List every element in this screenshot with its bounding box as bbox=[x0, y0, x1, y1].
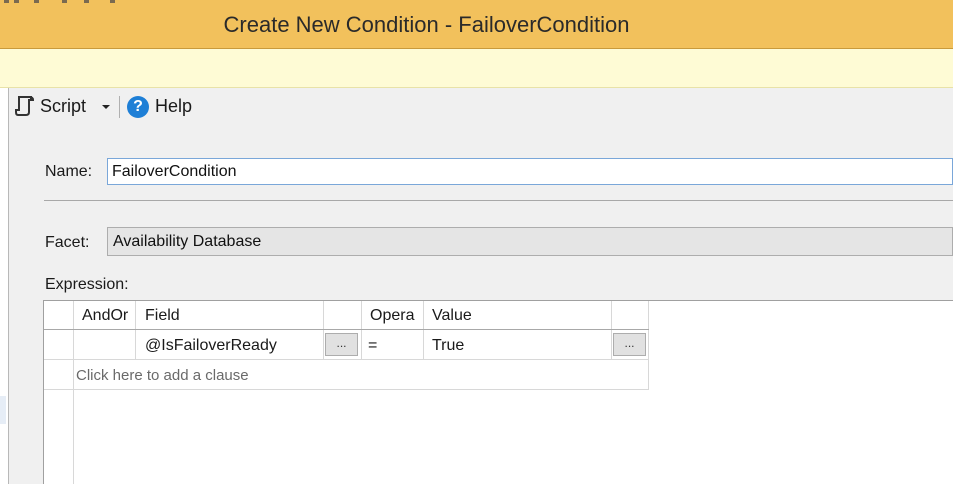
column-header-operator[interactable]: Opera bbox=[370, 307, 422, 325]
cell-value[interactable]: True bbox=[432, 337, 464, 355]
add-clause-row[interactable]: Click here to add a clause bbox=[76, 367, 249, 384]
column-header-andor[interactable]: AndOr bbox=[82, 307, 128, 325]
grid-row-line bbox=[44, 359, 649, 360]
left-strip-marker bbox=[0, 396, 6, 424]
cell-field[interactable]: @IsFailoverReady bbox=[145, 337, 277, 355]
field-ellipsis-button[interactable]: ... bbox=[325, 333, 358, 356]
grid-col-line bbox=[361, 301, 362, 359]
toolbar bbox=[8, 92, 953, 122]
cell-operator[interactable]: = bbox=[368, 337, 377, 355]
info-bar bbox=[0, 49, 953, 88]
script-dropdown-arrow-icon[interactable] bbox=[102, 105, 110, 109]
title-bar-edge bbox=[0, 0, 200, 3]
left-strip bbox=[0, 88, 8, 484]
facet-label: Facet: bbox=[45, 234, 90, 251]
script-icon[interactable] bbox=[14, 95, 36, 117]
title-bar: Create New Condition - FailoverCondition bbox=[0, 0, 953, 49]
help-button[interactable]: Help bbox=[155, 96, 192, 117]
column-header-value[interactable]: Value bbox=[432, 307, 472, 325]
grid-header-line bbox=[44, 329, 649, 330]
column-header-field[interactable]: Field bbox=[145, 307, 180, 325]
toolbar-separator bbox=[119, 96, 120, 118]
expression-label: Expression: bbox=[45, 276, 129, 293]
grid-col-line bbox=[611, 301, 612, 359]
row-selector[interactable] bbox=[44, 331, 73, 359]
expression-grid bbox=[43, 300, 953, 484]
grid-row-line bbox=[44, 389, 649, 390]
facet-select[interactable]: Availability Database bbox=[107, 227, 953, 256]
script-button[interactable]: Script bbox=[40, 96, 86, 117]
window-title: Create New Condition - FailoverCondition bbox=[223, 12, 630, 37]
name-label: Name: bbox=[45, 163, 93, 180]
grid-col-line bbox=[423, 301, 424, 359]
help-icon[interactable]: ? bbox=[127, 96, 149, 118]
grid-col-line bbox=[135, 301, 136, 359]
grid-col-line bbox=[323, 301, 324, 359]
divider bbox=[44, 200, 953, 201]
grid-col-line bbox=[648, 301, 649, 389]
name-input[interactable] bbox=[107, 158, 953, 185]
value-ellipsis-button[interactable]: ... bbox=[613, 333, 646, 356]
